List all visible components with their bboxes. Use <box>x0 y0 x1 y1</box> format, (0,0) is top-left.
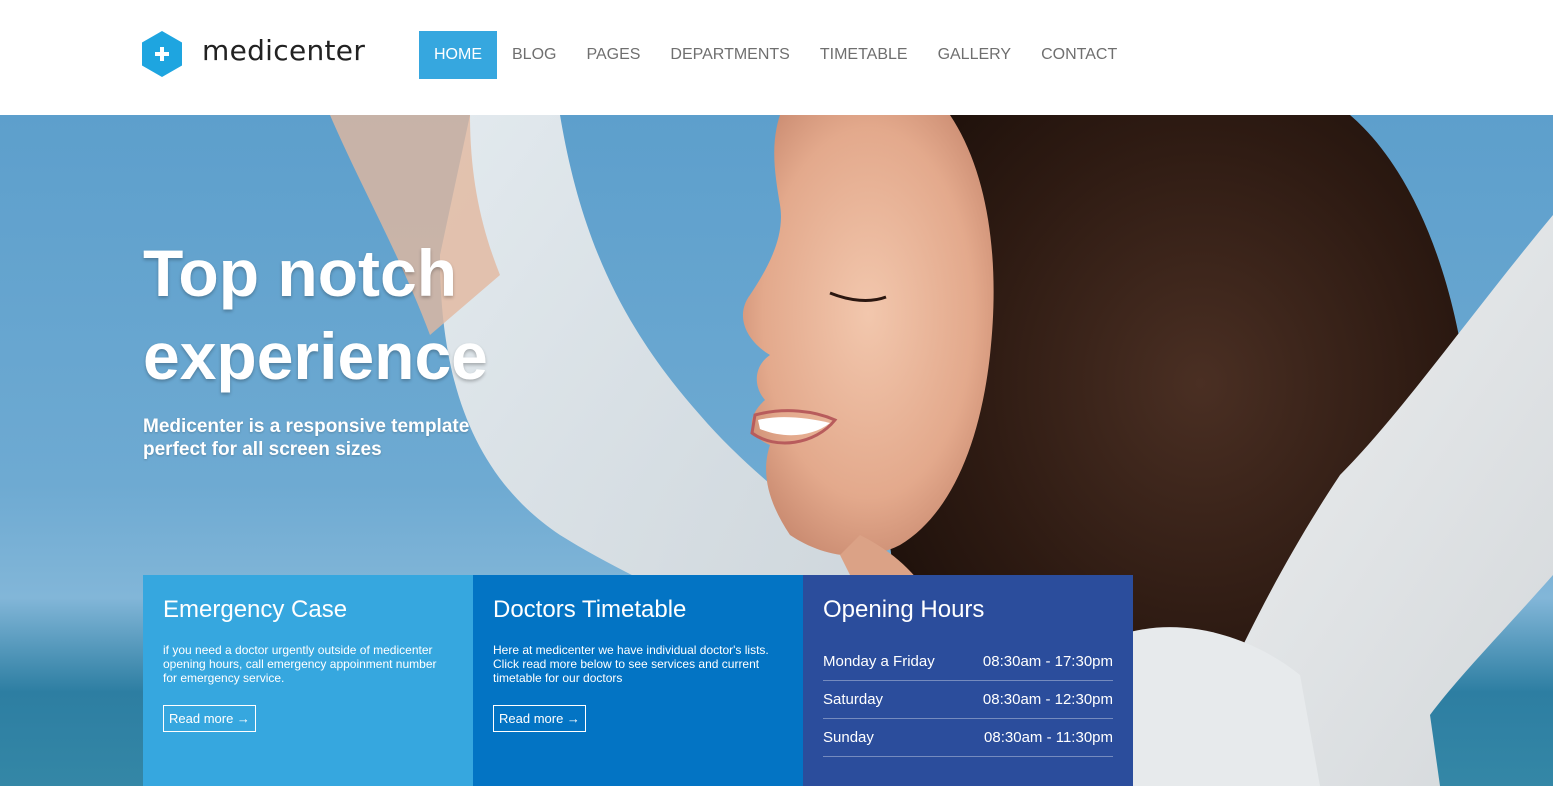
hours-time: 08:30am - 11:30pm <box>984 729 1113 746</box>
hours-day: Monday a Friday <box>823 653 935 670</box>
hero-title-line: experience <box>143 319 488 393</box>
brand-name: medicenter <box>202 33 366 67</box>
box-description: if you need a doctor urgently outside of… <box>163 643 453 685</box>
box-description: Here at medicenter we have individual do… <box>493 643 783 685</box>
hero-subtitle-line: Medicenter is a responsive template <box>143 416 470 437</box>
emergency-read-more-button[interactable]: Read more → <box>163 705 256 732</box>
box-text-line: Here at medicenter we have individual do… <box>493 643 769 657</box>
box-title: Opening Hours <box>823 596 985 623</box>
hero-title: Top notch experience <box>143 232 663 398</box>
box-text-line: Click read more below to see services an… <box>493 657 760 671</box>
plus-hexagon-icon <box>142 31 182 77</box>
hours-row: Saturday 08:30am - 12:30pm <box>823 681 1113 719</box>
nav-item-pages[interactable]: PAGES <box>571 31 655 79</box>
nav-item-home[interactable]: HOME <box>419 31 497 79</box>
hours-day: Sunday <box>823 729 874 746</box>
hours-row: Monday a Friday 08:30am - 17:30pm <box>823 643 1113 681</box>
hours-time: 08:30am - 17:30pm <box>982 653 1113 670</box>
opening-hours-box: Opening Hours Monday a Friday 08:30am - … <box>803 575 1133 786</box>
hours-row: Sunday 08:30am - 11:30pm <box>823 719 1113 757</box>
box-text-line: if you need a doctor urgently outside of… <box>163 643 433 657</box>
opening-hours-list: Monday a Friday 08:30am - 17:30pm Saturd… <box>823 643 1113 757</box>
hours-day: Saturday <box>823 691 884 708</box>
nav-item-blog[interactable]: BLOG <box>497 31 571 79</box>
main-nav: HOME BLOG PAGES DEPARTMENTS TIMETABLE GA… <box>419 31 1132 79</box>
hero-subtitle: Medicenter is a responsive template perf… <box>143 415 563 461</box>
nav-item-contact[interactable]: CONTACT <box>1026 31 1132 79</box>
nav-item-timetable[interactable]: TIMETABLE <box>805 31 923 79</box>
box-text-line: timetable for our doctors <box>493 671 623 685</box>
nav-item-departments[interactable]: DEPARTMENTS <box>655 31 804 79</box>
doctors-timetable-box: Doctors Timetable Here at medicenter we … <box>473 575 803 786</box>
emergency-case-box: Emergency Case if you need a doctor urge… <box>143 575 473 786</box>
box-text-line: opening hours, call emergency appoinment… <box>163 657 437 671</box>
box-text-line: for emergency service. <box>163 671 285 685</box>
timetable-read-more-button[interactable]: Read more → <box>493 705 586 732</box>
box-title: Doctors Timetable <box>493 596 687 623</box>
site-logo[interactable]: medicenter <box>142 31 365 77</box>
nav-item-gallery[interactable]: GALLERY <box>923 31 1027 79</box>
hero-title-line: Top notch <box>143 236 458 310</box>
box-title: Emergency Case <box>163 596 348 623</box>
hero-subtitle-line: perfect for all screen sizes <box>143 439 382 460</box>
hours-time: 08:30am - 12:30pm <box>982 691 1113 708</box>
site-header: medicenter HOME BLOG PAGES DEPARTMENTS T… <box>0 0 1553 115</box>
hero-slider: Top notch experience Medicenter is a res… <box>0 115 1553 786</box>
